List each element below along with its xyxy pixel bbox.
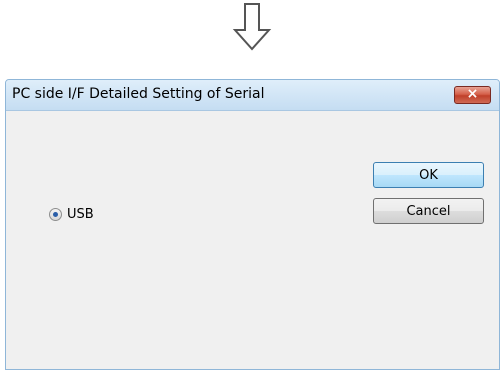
usb-label[interactable]: USB (67, 207, 94, 222)
window-title: PC side I/F Detailed Setting of Serial (12, 86, 265, 102)
ok-button[interactable]: OK (373, 162, 484, 188)
cancel-button[interactable]: Cancel (373, 198, 484, 224)
usb-option[interactable]: USB (49, 205, 94, 223)
down-arrow-icon (232, 3, 272, 51)
radio-selected-icon[interactable] (49, 207, 62, 221)
close-icon: × (466, 86, 479, 102)
dialog-window: PC side I/F Detailed Setting of Serial ×… (5, 79, 500, 370)
dialog-content: USB OK Cancel (6, 111, 499, 369)
close-button[interactable]: × (454, 86, 491, 104)
title-bar[interactable]: PC side I/F Detailed Setting of Serial × (6, 80, 499, 111)
